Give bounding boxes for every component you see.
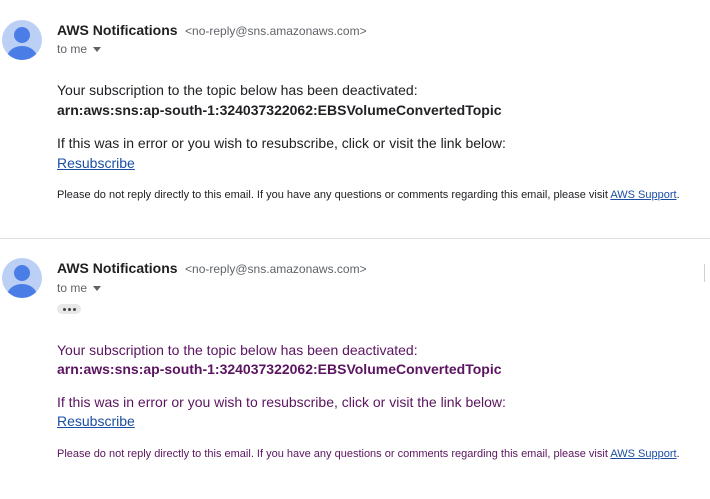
ellipsis-dot xyxy=(67,307,71,311)
footer-text: Please do not reply directly to this ema… xyxy=(57,189,611,201)
resubscribe-link[interactable]: Resubscribe xyxy=(57,413,135,429)
footer-note: Please do not reply directly to this ema… xyxy=(57,448,680,460)
resubscribe-link[interactable]: Resubscribe xyxy=(57,155,135,171)
resubscribe-instruction: If this was in error or you wish to resu… xyxy=(57,135,506,151)
sender-name[interactable]: AWS Notifications xyxy=(57,22,178,38)
deactivated-line: Your subscription to the topic below has… xyxy=(57,342,418,358)
sender-line: AWS Notifications <no-reply@sns.amazonaw… xyxy=(57,22,367,40)
aws-support-link[interactable]: AWS Support xyxy=(610,189,676,201)
recipient-details-toggle[interactable]: to me xyxy=(57,42,102,56)
sender-email: <no-reply@sns.amazonaws.com> xyxy=(185,24,367,38)
scrollbar-edge xyxy=(704,264,709,282)
resubscribe-instruction: If this was in error or you wish to resu… xyxy=(57,394,506,410)
resubscribe-link-row: Resubscribe xyxy=(57,413,135,429)
recipient-details-toggle[interactable]: to me xyxy=(57,281,102,295)
footer-end: . xyxy=(676,448,680,460)
chevron-down-icon[interactable] xyxy=(93,46,102,52)
footer-text: Please do not reply directly to this ema… xyxy=(57,448,611,460)
sender-email: <no-reply@sns.amazonaws.com> xyxy=(185,262,367,276)
deactivated-line: Your subscription to the topic below has… xyxy=(57,82,418,98)
chevron-down-icon[interactable] xyxy=(93,285,102,291)
show-trimmed-content-button[interactable] xyxy=(57,304,81,314)
person-avatar-icon[interactable] xyxy=(2,20,42,60)
to-label: to me xyxy=(57,42,88,56)
topic-arn: arn:aws:sns:ap-south-1:324037322062:EBSV… xyxy=(57,361,502,377)
topic-arn: arn:aws:sns:ap-south-1:324037322062:EBSV… xyxy=(57,102,502,118)
ellipsis-icon xyxy=(62,307,66,311)
resubscribe-link-row: Resubscribe xyxy=(57,155,135,171)
footer-end: . xyxy=(676,189,680,201)
person-avatar-icon[interactable] xyxy=(2,258,42,298)
sender-line: AWS Notifications <no-reply@sns.amazonaw… xyxy=(57,260,367,278)
to-label: to me xyxy=(57,281,88,295)
email-message-2: AWS Notifications <no-reply@sns.amazonaw… xyxy=(0,238,710,499)
email-message-1: AWS Notifications <no-reply@sns.amazonaw… xyxy=(0,0,710,238)
ellipsis-dot xyxy=(72,307,76,311)
sender-name[interactable]: AWS Notifications xyxy=(57,260,178,276)
footer-note: Please do not reply directly to this ema… xyxy=(57,189,680,201)
aws-support-link[interactable]: AWS Support xyxy=(610,448,676,460)
